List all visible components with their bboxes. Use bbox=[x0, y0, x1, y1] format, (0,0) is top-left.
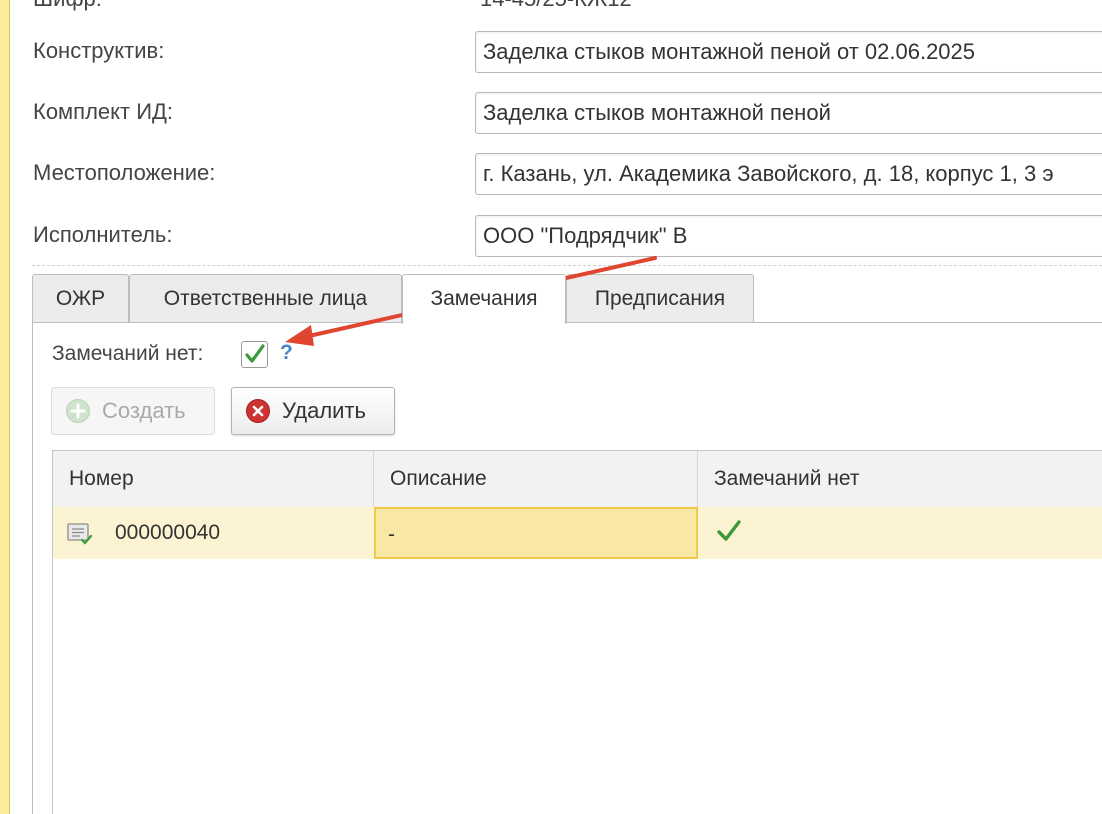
location-field[interactable]: г. Казань, ул. Академика Завойского, д. … bbox=[475, 153, 1102, 195]
help-icon[interactable]: ? bbox=[280, 341, 293, 365]
plus-circle-icon bbox=[66, 399, 90, 423]
no-remarks-checkbox[interactable] bbox=[241, 341, 268, 368]
cell-description[interactable]: - bbox=[374, 507, 698, 559]
create-button[interactable]: Создать bbox=[51, 387, 215, 435]
column-header-description[interactable]: Описание bbox=[374, 451, 698, 507]
remarks-table: Номер Описание Замечаний нет 000000040 - bbox=[52, 450, 1102, 814]
no-remarks-label: Замечаний нет: bbox=[52, 342, 204, 365]
cell-number: 000000040 bbox=[115, 521, 221, 544]
column-header-number[interactable]: Номер bbox=[53, 451, 374, 507]
location-label: Местоположение: bbox=[33, 160, 216, 185]
create-button-label: Создать bbox=[102, 398, 186, 423]
table-row[interactable]: 000000040 - bbox=[53, 507, 1102, 559]
tab-ozhr[interactable]: ОЖР bbox=[32, 274, 129, 322]
delete-button-label: Удалить bbox=[282, 398, 366, 423]
column-header-no-remarks[interactable]: Замечаний нет bbox=[698, 451, 1102, 507]
form-window: Шифр: 14-45/25-КЖ12 Конструктив: Заделка… bbox=[0, 0, 1102, 814]
executor-label: Исполнитель: bbox=[33, 222, 173, 247]
checkmark-icon bbox=[245, 344, 265, 363]
checkmark-icon bbox=[715, 517, 743, 545]
cipher-label: Шифр: bbox=[33, 0, 102, 12]
left-edge-stripe bbox=[0, 0, 10, 814]
delete-circle-icon bbox=[246, 399, 270, 423]
table-header: Номер Описание Замечаний нет bbox=[53, 451, 1102, 508]
section-divider bbox=[32, 265, 1102, 266]
id-set-label: Комплект ИД: bbox=[33, 99, 174, 124]
delete-button[interactable]: Удалить bbox=[231, 387, 395, 435]
tab-remarks[interactable]: Замечания bbox=[402, 274, 566, 324]
tab-responsible-persons[interactable]: Ответственные лица bbox=[129, 274, 402, 322]
executor-field[interactable]: ООО "Подрядчик" В bbox=[475, 215, 1102, 257]
construct-label: Конструктив: bbox=[33, 38, 165, 63]
document-posted-icon bbox=[67, 522, 93, 546]
cipher-value: 14-45/25-КЖ12 bbox=[480, 0, 632, 12]
id-set-field[interactable]: Заделка стыков монтажной пеной bbox=[475, 92, 1102, 134]
construct-field[interactable]: Заделка стыков монтажной пеной от 02.06.… bbox=[475, 31, 1102, 73]
tab-orders[interactable]: Предписания bbox=[566, 274, 754, 322]
